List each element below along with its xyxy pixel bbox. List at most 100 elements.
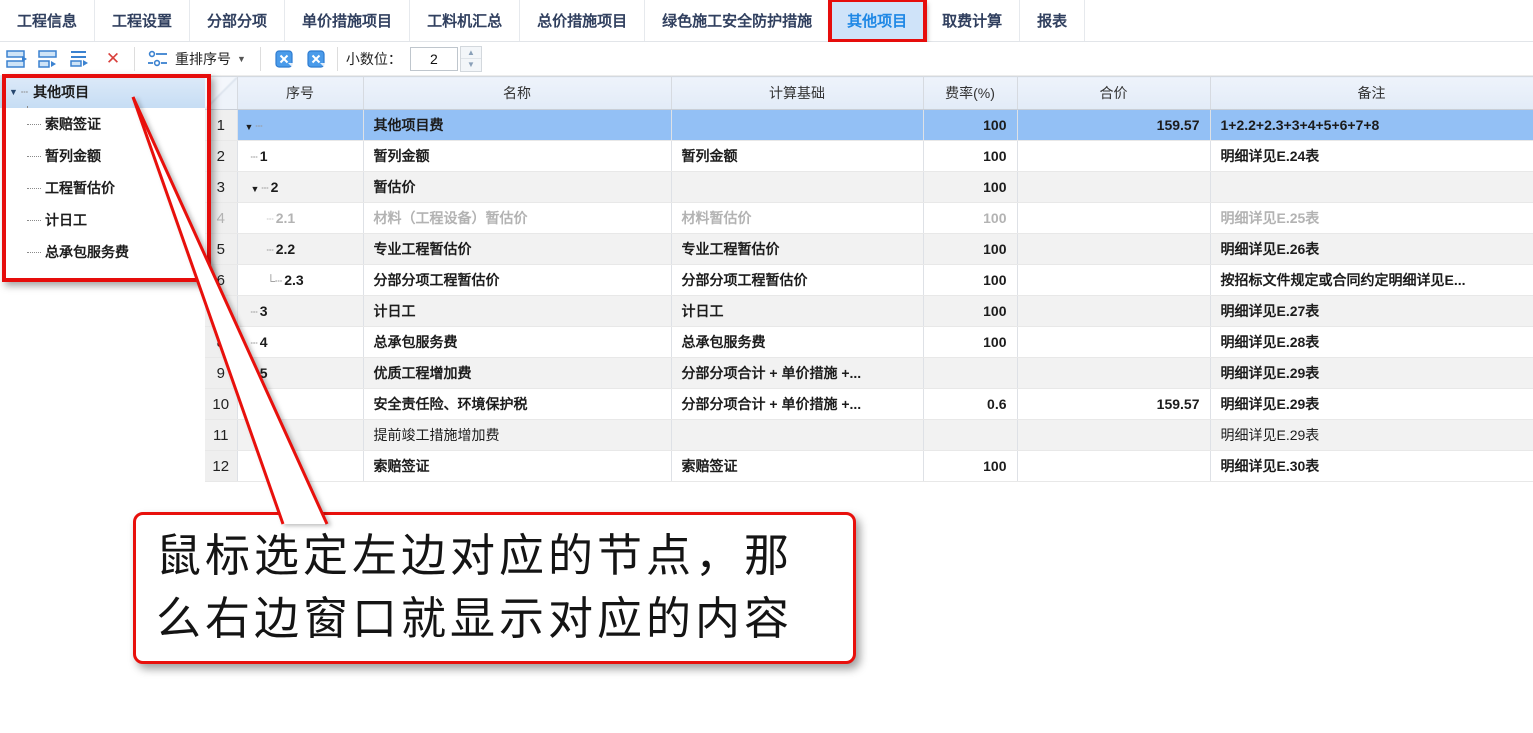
cell-rate[interactable]	[923, 358, 1017, 389]
table-row[interactable]: 9 5 优质工程增加费 分部分项合计 + 单价措施 +... 明细详见E.29表	[205, 358, 1533, 389]
cell-rate[interactable]: 100	[923, 172, 1017, 203]
cell-basis[interactable]: 总承包服务费	[671, 327, 923, 358]
table-row[interactable]: 10 6 安全责任险、环境保护税 分部分项合计 + 单价措施 +... 0.6 …	[205, 389, 1533, 420]
table-row[interactable]: 7 3 计日工 计日工 100 明细详见E.27表	[205, 296, 1533, 327]
table-row[interactable]: 6 2.3 分部分项工程暂估价 分部分项工程暂估价 100 按招标文件规定或合同…	[205, 265, 1533, 296]
tab-unit-price-measures[interactable]: 单价措施项目	[285, 0, 410, 41]
tab-other-items[interactable]: 其他项目	[830, 0, 925, 41]
spinner-down-icon[interactable]: ▼	[461, 59, 481, 71]
tab-total-price-measures[interactable]: 总价措施项目	[520, 0, 645, 41]
cell-basis[interactable]	[671, 420, 923, 451]
table-row[interactable]: 12 索赔签证 索赔签证 100 明细详见E.30表	[205, 451, 1533, 482]
tab-reports[interactable]: 报表	[1020, 0, 1085, 41]
cell-basis[interactable]: 索赔签证	[671, 451, 923, 482]
table-row[interactable]: 11 7 提前竣工措施增加费 明细详见E.29表	[205, 420, 1533, 451]
cell-name[interactable]: 暂估价	[363, 172, 671, 203]
table-row[interactable]: 3 2 暂估价 100	[205, 172, 1533, 203]
cell-basis[interactable]: 专业工程暂估价	[671, 234, 923, 265]
cell-total[interactable]	[1017, 358, 1210, 389]
spinner-up-icon[interactable]: ▲	[461, 47, 481, 60]
tab-green-construction-safety[interactable]: 绿色施工安全防护措施	[645, 0, 830, 41]
cell-note[interactable]: 明细详见E.28表	[1210, 327, 1533, 358]
cell-total[interactable]	[1017, 451, 1210, 482]
table-row[interactable]: 4 2.1 材料（工程设备）暂估价 材料暂估价 100 明细详见E.25表	[205, 203, 1533, 234]
tab-bar: 工程信息 工程设置 分部分项 单价措施项目 工料机汇总 总价措施项目 绿色施工安…	[0, 0, 1533, 42]
cell-name[interactable]: 暂列金额	[363, 141, 671, 172]
tab-project-info[interactable]: 工程信息	[0, 0, 95, 41]
cell-rate[interactable]: 100	[923, 203, 1017, 234]
cell-name[interactable]: 计日工	[363, 296, 671, 327]
cell-note[interactable]: 明细详见E.30表	[1210, 451, 1533, 482]
col-header-name: 名称	[363, 77, 671, 110]
cell-name[interactable]: 总承包服务费	[363, 327, 671, 358]
expand-rows-icon[interactable]	[2, 46, 32, 72]
cell-total[interactable]: 159.57	[1017, 110, 1210, 141]
cell-rate[interactable]: 100	[923, 265, 1017, 296]
tab-subsections[interactable]: 分部分项	[190, 0, 285, 41]
reorder-dropdown-icon[interactable]: ▼	[237, 54, 246, 64]
cell-rate[interactable]: 100	[923, 110, 1017, 141]
cell-rate[interactable]: 100	[923, 141, 1017, 172]
tab-fee-calculation[interactable]: 取费计算	[925, 0, 1020, 41]
cell-basis[interactable]: 分部分项合计 + 单价措施 +...	[671, 389, 923, 420]
cell-total[interactable]	[1017, 203, 1210, 234]
cell-rate[interactable]: 100	[923, 451, 1017, 482]
cell-note[interactable]: 1+2.2+2.3+3+4+5+6+7+8	[1210, 110, 1533, 141]
reorder-label[interactable]: 重排序号	[175, 49, 231, 69]
cell-name[interactable]: 分部分项工程暂估价	[363, 265, 671, 296]
cell-note[interactable]: 明细详见E.24表	[1210, 141, 1533, 172]
cell-name[interactable]: 专业工程暂估价	[363, 234, 671, 265]
cell-note[interactable]: 按招标文件规定或合同约定明细详见E...	[1210, 265, 1533, 296]
delete-row-icon[interactable]: ✕	[98, 46, 128, 72]
cell-rate[interactable]: 100	[923, 327, 1017, 358]
table-row[interactable]: 8 4 总承包服务费 总承包服务费 100 明细详见E.28表	[205, 327, 1533, 358]
export-excel-icon[interactable]	[269, 46, 299, 72]
cell-name[interactable]: 安全责任险、环境保护税	[363, 389, 671, 420]
cell-rate[interactable]	[923, 420, 1017, 451]
table-row[interactable]: 1 其他项目费 100 159.57 1+2.2+2.3+3+4+5+6+7+8	[205, 110, 1533, 141]
cell-note[interactable]: 明细详见E.26表	[1210, 234, 1533, 265]
cell-name[interactable]: 材料（工程设备）暂估价	[363, 203, 671, 234]
cell-total[interactable]	[1017, 296, 1210, 327]
cell-total[interactable]	[1017, 234, 1210, 265]
cell-name[interactable]: 优质工程增加费	[363, 358, 671, 389]
reorder-icon[interactable]	[143, 46, 173, 72]
collapse-rows-icon[interactable]	[66, 46, 96, 72]
cell-note[interactable]: 明细详见E.27表	[1210, 296, 1533, 327]
table-row[interactable]: 2 1 暂列金额 暂列金额 100 明细详见E.24表	[205, 141, 1533, 172]
cell-total[interactable]	[1017, 420, 1210, 451]
cell-rate[interactable]: 0.6	[923, 389, 1017, 420]
cell-basis[interactable]	[671, 172, 923, 203]
cell-name[interactable]: 提前竣工措施增加费	[363, 420, 671, 451]
decimal-places-label: 小数位：	[346, 49, 402, 69]
cell-basis[interactable]: 暂列金额	[671, 141, 923, 172]
grid-header-row: 序号 名称 计算基础 费率(%) 合价 备注	[205, 77, 1533, 110]
col-header-basis: 计算基础	[671, 77, 923, 110]
cell-note[interactable]: 明细详见E.29表	[1210, 358, 1533, 389]
table-row[interactable]: 5 2.2 专业工程暂估价 专业工程暂估价 100 明细详见E.26表	[205, 234, 1533, 265]
expand-sub-rows-icon[interactable]	[34, 46, 64, 72]
cell-total[interactable]	[1017, 172, 1210, 203]
cell-basis[interactable]	[671, 110, 923, 141]
cell-note[interactable]: 明细详见E.29表	[1210, 389, 1533, 420]
tab-project-settings[interactable]: 工程设置	[95, 0, 190, 41]
toolbar-separator	[337, 47, 338, 71]
cell-name[interactable]: 其他项目费	[363, 110, 671, 141]
cell-basis[interactable]: 分部分项合计 + 单价措施 +...	[671, 358, 923, 389]
cell-total[interactable]: 159.57	[1017, 389, 1210, 420]
cell-rate[interactable]: 100	[923, 234, 1017, 265]
cell-rate[interactable]: 100	[923, 296, 1017, 327]
cell-name[interactable]: 索赔签证	[363, 451, 671, 482]
cell-total[interactable]	[1017, 265, 1210, 296]
cell-note[interactable]: 明细详见E.25表	[1210, 203, 1533, 234]
tab-labor-material-summary[interactable]: 工料机汇总	[410, 0, 520, 41]
cell-note[interactable]: 明细详见E.29表	[1210, 420, 1533, 451]
decimal-places-input[interactable]	[410, 47, 458, 71]
cell-basis[interactable]: 材料暂估价	[671, 203, 923, 234]
export-excel-alt-icon[interactable]	[301, 46, 331, 72]
cell-total[interactable]	[1017, 141, 1210, 172]
cell-total[interactable]	[1017, 327, 1210, 358]
cell-basis[interactable]: 分部分项工程暂估价	[671, 265, 923, 296]
cell-note[interactable]	[1210, 172, 1533, 203]
cell-basis[interactable]: 计日工	[671, 296, 923, 327]
